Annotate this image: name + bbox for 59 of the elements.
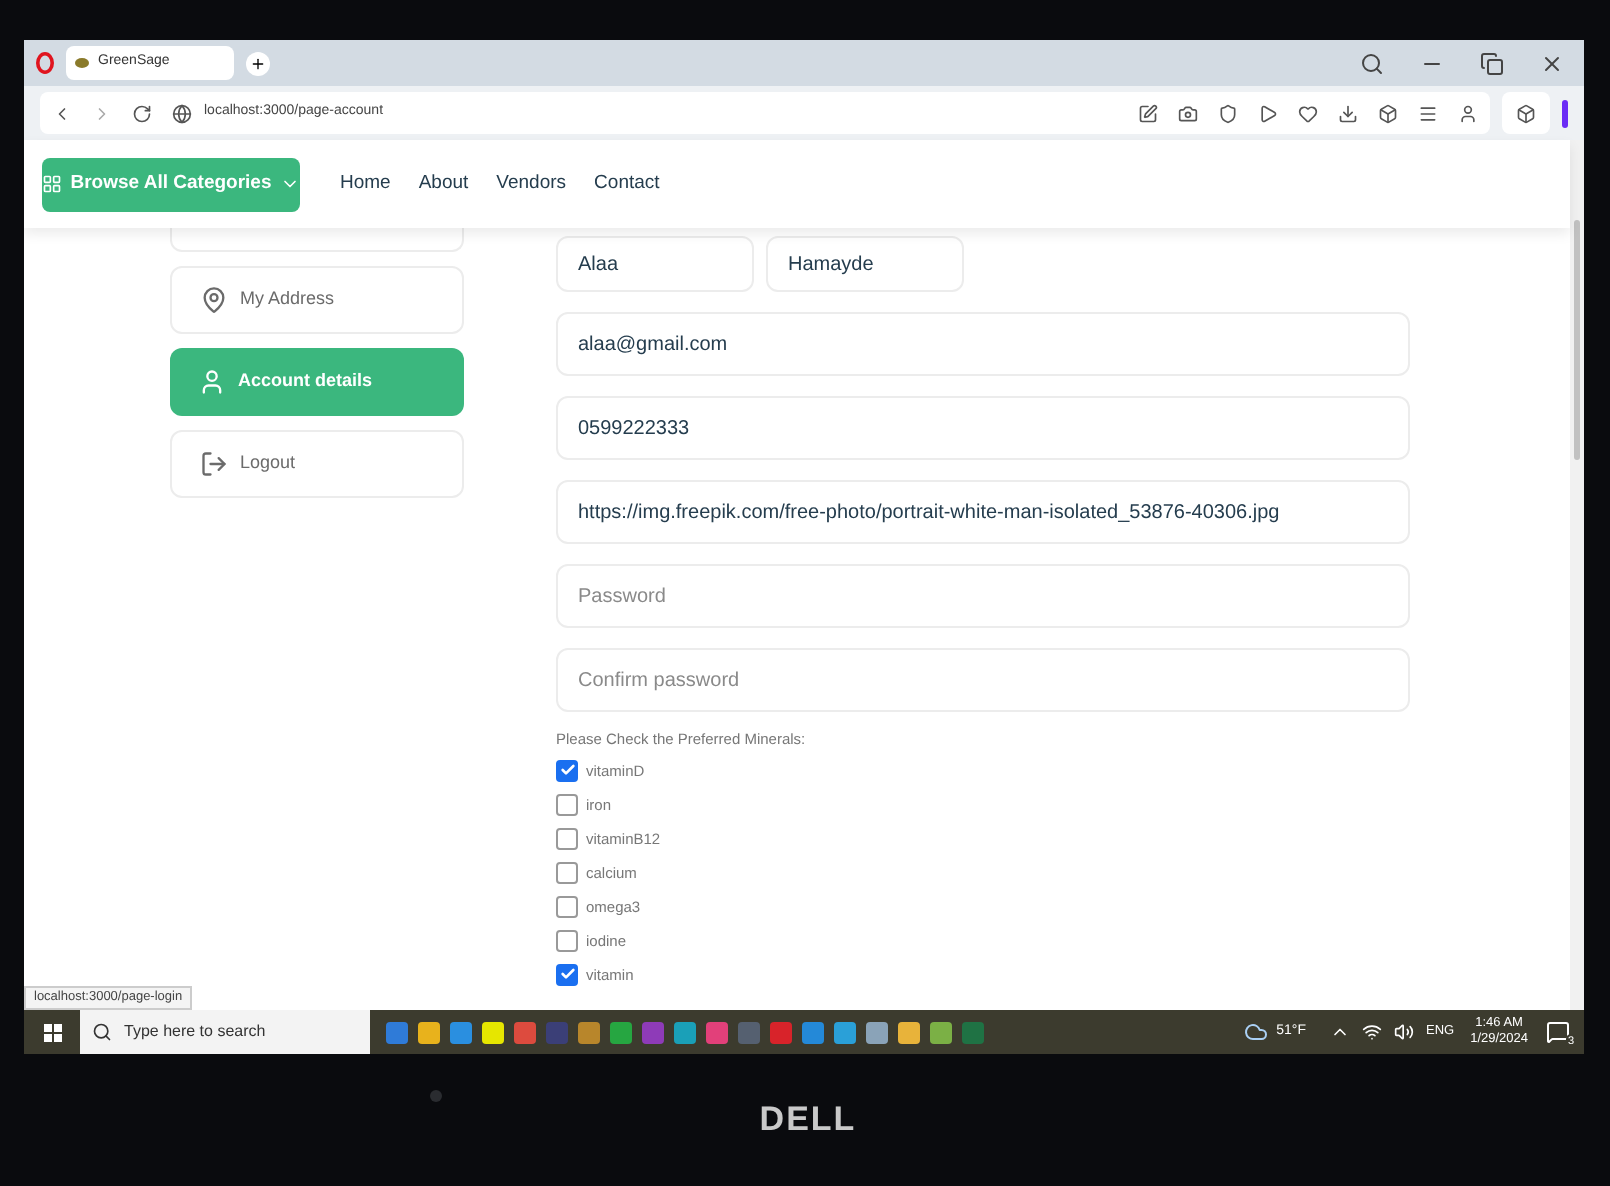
app-icon[interactable] <box>674 1021 696 1043</box>
last-name-field[interactable]: Hamayde <box>766 236 964 292</box>
toolbar-icon[interactable] <box>1138 103 1158 123</box>
network-icon[interactable] <box>1361 1022 1382 1042</box>
checkbox[interactable] <box>556 793 578 816</box>
brand-logo: DELL <box>759 1098 857 1143</box>
toolbar-icon[interactable] <box>1338 103 1358 123</box>
sidebar-item[interactable]: Logout <box>170 430 464 498</box>
checkbox[interactable] <box>556 929 578 952</box>
notification-icon <box>1546 1020 1570 1044</box>
image-url-field[interactable]: https://img.freepik.com/free-photo/portrait-white-man-isolated_53876-40306.jpg <box>556 480 1410 544</box>
email-field[interactable]: alaa@gmail.com <box>556 312 1410 376</box>
scrollbar[interactable] <box>1570 140 1584 1010</box>
new-tab-button[interactable] <box>246 51 270 75</box>
toolbar-icon[interactable] <box>1178 103 1198 123</box>
app-icon[interactable] <box>834 1021 856 1043</box>
weather-icon <box>1244 1020 1269 1044</box>
grid-icon <box>42 174 63 194</box>
close-icon[interactable] <box>1540 51 1564 75</box>
confirm-password-field[interactable]: Confirm password <box>556 648 1410 712</box>
checkbox[interactable] <box>556 861 578 884</box>
app-icon[interactable] <box>578 1021 600 1043</box>
nav-link[interactable]: Contact <box>594 169 660 199</box>
user-icon <box>198 368 226 396</box>
location-pin-icon <box>200 286 228 314</box>
search-icon[interactable] <box>1360 51 1384 75</box>
logout-icon <box>200 450 228 478</box>
phone-field[interactable]: 0599222333 <box>556 396 1410 460</box>
app-icon[interactable] <box>866 1021 888 1043</box>
checkbox[interactable] <box>556 759 578 782</box>
browser-logo-icon <box>36 52 54 74</box>
app-icon[interactable] <box>418 1021 440 1043</box>
toolbar-icon[interactable] <box>1458 103 1478 123</box>
checkbox[interactable] <box>556 827 578 850</box>
plus-icon <box>250 55 266 71</box>
app-icon[interactable] <box>610 1021 632 1043</box>
toolbar-icon[interactable] <box>1418 103 1438 123</box>
toolbar-icon[interactable] <box>1218 103 1238 123</box>
nav-link[interactable]: Vendors <box>496 169 567 199</box>
app-icon[interactable] <box>482 1021 504 1043</box>
restore-icon[interactable] <box>1480 51 1504 75</box>
sidebar-item[interactable]: My Address <box>170 266 464 334</box>
nav-link[interactable]: Home <box>340 169 391 199</box>
globe-icon <box>172 103 192 123</box>
reload-icon[interactable] <box>132 103 152 123</box>
toolbar-icon[interactable] <box>1378 103 1398 123</box>
windows-logo-icon <box>43 1023 61 1041</box>
volume-icon[interactable] <box>1393 1022 1414 1042</box>
sidebar-indicator <box>1562 99 1568 127</box>
nav-link[interactable]: About <box>418 169 469 199</box>
checkbox[interactable] <box>556 963 578 986</box>
first-name-field[interactable]: Alaa <box>556 236 754 292</box>
checkbox[interactable] <box>556 895 578 918</box>
app-icon[interactable] <box>930 1021 952 1043</box>
app-icon[interactable] <box>898 1021 920 1043</box>
search-icon <box>92 1022 112 1042</box>
password-field[interactable]: Password <box>556 564 1410 628</box>
taskbar-search-field[interactable]: Type here to search <box>80 1010 370 1054</box>
extension-icon[interactable] <box>1516 103 1536 123</box>
